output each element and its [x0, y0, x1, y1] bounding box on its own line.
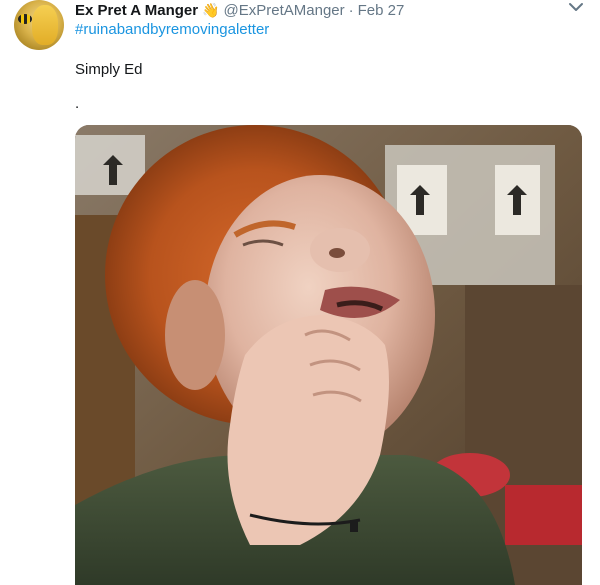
waving-hand-icon: 👋 [202, 2, 220, 18]
author-handle[interactable]: @ExPretAManger [224, 2, 345, 19]
tweet-text-line-2: . [75, 95, 80, 112]
tweet-header: Ex Pret A Manger 👋 @ExPretAManger · Feb … [75, 0, 404, 20]
tweet-card[interactable]: Ex Pret A Manger 👋 @ExPretAManger · Feb … [0, 0, 600, 585]
avatar-face [32, 5, 58, 45]
tweet-text-line-1: Simply Ed [75, 61, 143, 78]
tweet-date[interactable]: Feb 27 [358, 2, 405, 19]
author-name[interactable]: Ex Pret A Manger [75, 2, 198, 19]
hashtag-link[interactable]: #ruinabandbyremovingaletter [75, 21, 269, 38]
tweet-media-video[interactable] [75, 125, 582, 585]
bee-icon [18, 14, 32, 24]
video-still-image [75, 125, 582, 585]
chevron-down-icon[interactable] [567, 0, 585, 14]
avatar[interactable] [14, 0, 64, 50]
separator-dot: · [348, 1, 354, 19]
